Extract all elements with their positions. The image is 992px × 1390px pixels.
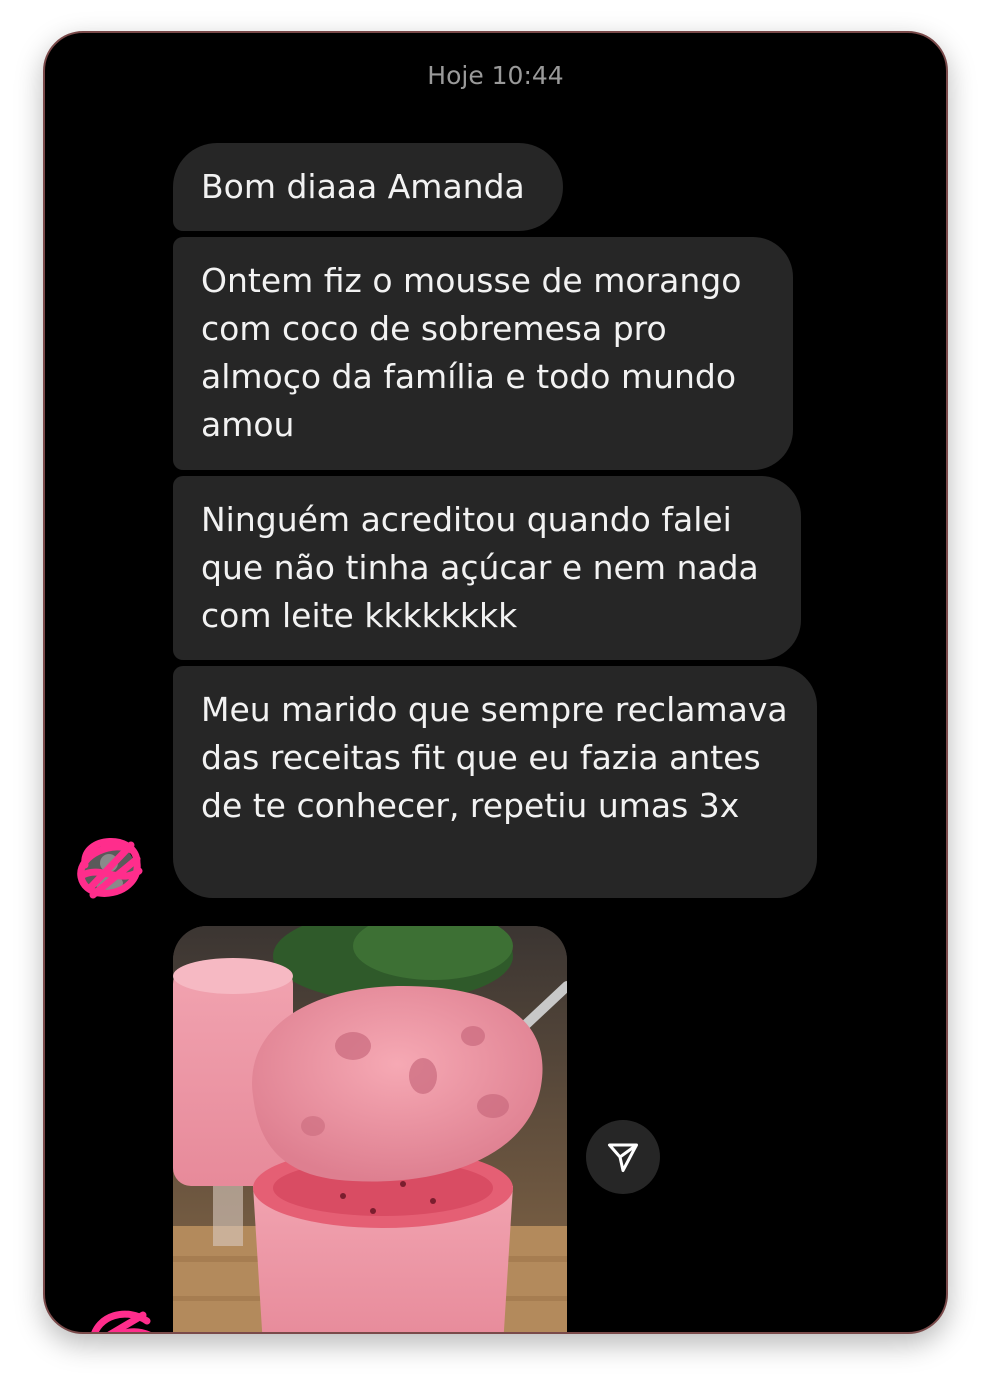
chat-screen: Hoje 10:44 Bom diaaa Amanda Ontem fiz o … — [43, 31, 948, 1334]
message-bubble[interactable]: Meu marido que sempre reclamava das rece… — [173, 666, 817, 898]
avatar-scribble-icon — [77, 838, 143, 899]
message-bubble[interactable]: Ninguém acreditou quando falei que não t… — [173, 476, 801, 660]
message-text: Bom diaaa Amanda — [201, 167, 525, 206]
avatar-scribble-icon — [91, 1310, 151, 1332]
share-button[interactable] — [586, 1120, 660, 1194]
sender-avatar[interactable] — [87, 1305, 157, 1332]
message-bubble[interactable]: Bom diaaa Amanda — [173, 143, 563, 231]
message-bubble[interactable]: Ontem fiz o mousse de morango com coco d… — [173, 237, 793, 470]
message-text: Ninguém acreditou quando falei que não t… — [201, 500, 759, 635]
chat-timestamp: Hoje 10:44 — [427, 61, 564, 90]
mousse-photo-icon — [173, 926, 567, 1332]
message-text: Ontem fiz o mousse de morango com coco d… — [201, 261, 742, 444]
sender-avatar[interactable] — [71, 825, 147, 911]
shared-photo[interactable] — [173, 926, 567, 1332]
message-text: Meu marido que sempre reclamava das rece… — [201, 690, 788, 825]
paper-plane-icon — [608, 1143, 638, 1172]
